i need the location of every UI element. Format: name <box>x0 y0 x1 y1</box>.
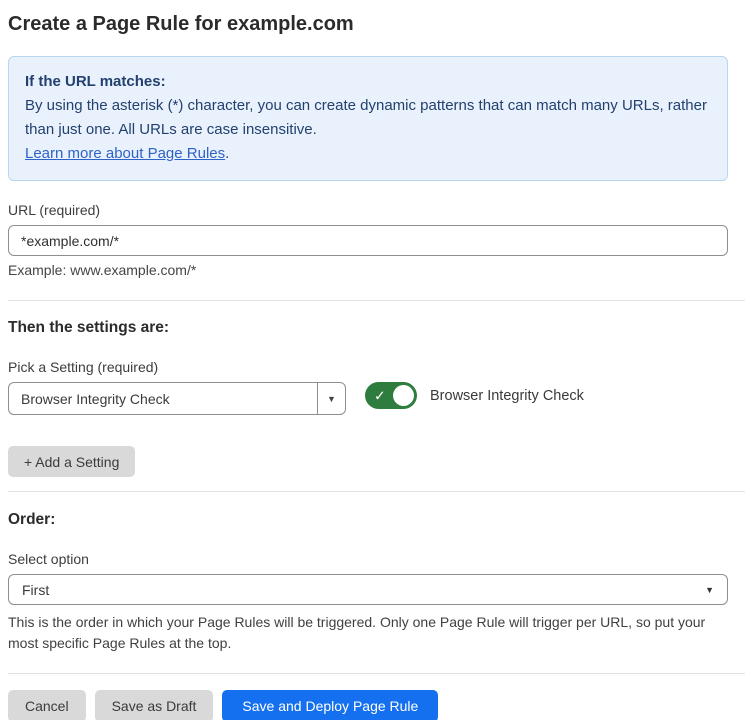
order-select[interactable]: First ▼ <box>8 574 728 605</box>
url-field-hint: Example: www.example.com/* <box>8 262 728 278</box>
toggle-label: Browser Integrity Check <box>430 388 584 404</box>
chevron-down-icon[interactable]: ▼ <box>317 383 345 414</box>
add-setting-button[interactable]: + Add a Setting <box>8 446 135 477</box>
settings-section-heading: Then the settings are: <box>8 319 728 337</box>
learn-more-link[interactable]: Learn more about Page Rules <box>25 145 225 162</box>
order-select-label: Select option <box>8 551 728 567</box>
browser-integrity-toggle[interactable]: ✓ <box>365 382 417 409</box>
divider <box>8 300 745 301</box>
setting-picker-label: Pick a Setting (required) <box>8 359 728 375</box>
info-box-link-line: Learn more about Page Rules. <box>25 142 711 166</box>
page-title: Create a Page Rule for example.com <box>8 13 728 36</box>
order-description: This is the order in which your Page Rul… <box>8 612 732 654</box>
order-select-value: First <box>22 582 49 598</box>
url-match-info-box: If the URL matches: By using the asteris… <box>8 56 728 181</box>
save-and-deploy-button[interactable]: Save and Deploy Page Rule <box>222 690 438 720</box>
cancel-button[interactable]: Cancel <box>8 690 86 720</box>
setting-picker-dropdown[interactable]: Browser Integrity Check ▼ <box>8 382 346 415</box>
divider <box>8 673 745 674</box>
url-input[interactable] <box>8 225 728 256</box>
order-section-heading: Order: <box>8 511 728 529</box>
setting-row: Browser Integrity Check ▼ ✓ Browser Inte… <box>8 382 728 415</box>
save-as-draft-button[interactable]: Save as Draft <box>95 690 214 720</box>
setting-picker-value: Browser Integrity Check <box>9 383 317 414</box>
info-box-body: By using the asterisk (*) character, you… <box>25 94 711 142</box>
divider <box>8 491 745 492</box>
create-page-rule-panel: Create a Page Rule for example.com If th… <box>0 0 750 720</box>
link-suffix: . <box>225 145 229 162</box>
info-box-heading: If the URL matches: <box>25 70 711 94</box>
check-icon: ✓ <box>374 388 386 402</box>
chevron-down-icon: ▼ <box>705 585 714 595</box>
toggle-knob <box>393 385 414 406</box>
footer-buttons: Cancel Save as Draft Save and Deploy Pag… <box>8 690 728 720</box>
url-field-label: URL (required) <box>8 202 728 218</box>
setting-toggle-wrap: ✓ Browser Integrity Check <box>365 382 584 409</box>
